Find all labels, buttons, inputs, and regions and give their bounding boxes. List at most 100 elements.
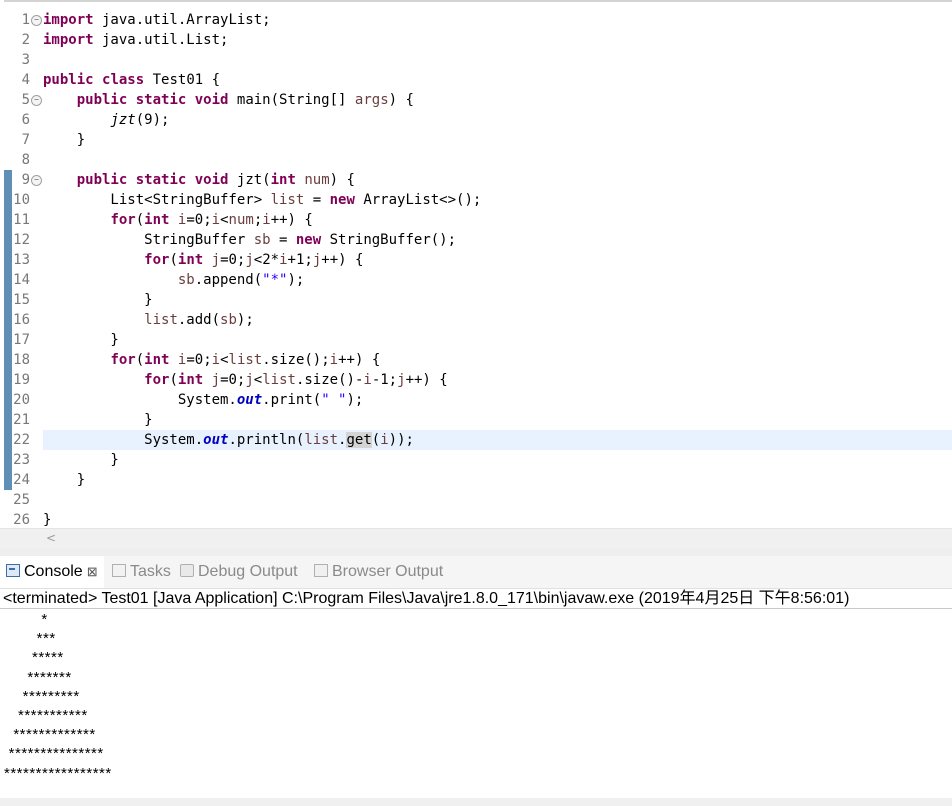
console-output-line: ************* <box>4 726 96 744</box>
code-token: list <box>270 192 305 208</box>
line-number: 23 <box>12 450 42 470</box>
code-line[interactable]: for(int j=0;j<list.size()-i-1;j++) { <box>43 370 952 390</box>
code-token: =0; <box>220 252 246 268</box>
code-line[interactable]: import java.util.List; <box>43 30 952 50</box>
code-token: ); <box>346 392 364 408</box>
console-output[interactable]: * *** ***** ******* ********* **********… <box>4 610 112 783</box>
line-number: 11 <box>12 210 42 230</box>
tab-debug-output[interactable]: Debug Output <box>180 556 298 588</box>
line-number: 16 <box>12 310 42 330</box>
code-line[interactable]: ​ <box>43 150 952 170</box>
code-line[interactable]: import java.util.ArrayList; <box>43 10 952 30</box>
tab-tasks-label: Tasks <box>130 563 171 580</box>
line-number-text: 11 <box>13 212 30 228</box>
close-icon[interactable]: ⊠ <box>87 564 98 579</box>
code-line[interactable]: ​ <box>43 490 952 510</box>
code-token: <2* <box>253 252 280 268</box>
line-number: 2 <box>12 30 42 50</box>
code-token: .println( <box>228 432 305 448</box>
line-number-gutter[interactable]: 1−2 3 4 5−6 7 8 9−10 11 12 13 14 15 16 17 18 19 20 21 22 23… <box>12 10 42 530</box>
line-number: 7 <box>12 130 42 150</box>
code-line[interactable]: public static void jzt(int num) { <box>43 170 952 190</box>
code-line[interactable]: jzt(9); <box>43 110 952 130</box>
code-token: } <box>43 292 153 308</box>
fold-collapse-icon[interactable]: − <box>31 15 42 26</box>
code-line[interactable]: for(int i=0;i<num;i++) { <box>43 210 952 230</box>
code-token: ++) { <box>270 212 313 228</box>
code-line[interactable]: StringBuffer sb = new StringBuffer(); <box>43 230 952 250</box>
tab-browser-output[interactable]: Browser Output <box>314 556 443 588</box>
view-sash[interactable] <box>0 548 952 556</box>
line-number: 21 <box>12 410 42 430</box>
code-token: } <box>43 452 119 468</box>
line-number-text: 7 <box>21 132 30 148</box>
code-line[interactable]: public class Test01 { <box>43 70 952 90</box>
code-token: } <box>43 512 52 528</box>
tab-tasks[interactable]: Tasks <box>112 556 171 588</box>
code-token: } <box>43 132 86 148</box>
code-token: num <box>304 172 330 188</box>
code-line[interactable]: } <box>43 130 952 150</box>
code-line[interactable]: for(int j=0;j<2*i+1;j++) { <box>43 250 952 270</box>
code-token: j <box>211 372 221 388</box>
editor-horizontal-scrollbar[interactable]: < <box>0 528 952 548</box>
code-token: i <box>211 352 221 368</box>
code-line[interactable]: list.add(sb); <box>43 310 952 330</box>
code-token: } <box>43 412 153 428</box>
code-line[interactable]: ​ <box>43 50 952 70</box>
console-bottom-border <box>0 798 952 806</box>
code-line[interactable]: } <box>43 450 952 470</box>
code-line[interactable]: } <box>43 410 952 430</box>
code-line[interactable]: sb.append("*"); <box>43 270 952 290</box>
code-line[interactable]: List<StringBuffer> list = new ArrayList<… <box>43 190 952 210</box>
code-area[interactable]: import java.util.ArrayList; import java.u… <box>43 10 952 530</box>
line-number: 25 <box>12 490 42 510</box>
code-token: < <box>253 372 263 388</box>
code-token: java.util.ArrayList; <box>93 12 271 28</box>
code-line[interactable]: } <box>43 510 952 530</box>
fold-collapse-icon[interactable]: − <box>31 175 42 186</box>
line-number-text: 20 <box>13 392 30 408</box>
console-icon <box>6 564 20 577</box>
code-token: import <box>43 12 94 28</box>
code-token: } <box>43 332 119 348</box>
code-line[interactable]: } <box>43 330 952 350</box>
code-line[interactable]: System.out.print(" "); <box>43 390 952 410</box>
code-token: "*" <box>262 272 288 288</box>
scroll-left-arrow-icon[interactable]: < <box>46 529 56 547</box>
code-token: ) { <box>388 92 414 108</box>
code-token: .size()- <box>295 372 364 388</box>
code-token: = <box>270 232 296 248</box>
code-token: list <box>262 372 296 388</box>
code-token: ++) { <box>321 252 364 268</box>
code-token: ( <box>135 212 145 228</box>
java-editor[interactable]: 1−2 3 4 5−6 7 8 9−10 11 12 13 14 15 16 17 18 19 20 21 22 23… <box>0 0 952 548</box>
code-token: list <box>228 352 263 368</box>
line-number-text: 12 <box>13 232 30 248</box>
code-token: j <box>245 372 254 388</box>
code-line[interactable]: } <box>43 290 952 310</box>
fold-collapse-icon[interactable]: − <box>31 95 42 106</box>
code-line[interactable]: System.out.println(list.get(i)); <box>43 430 952 450</box>
tab-console[interactable]: Console ⊠ <box>0 556 104 588</box>
code-token: < <box>220 212 229 228</box>
code-line[interactable]: for(int i=0;i<list.size();i++) { <box>43 350 952 370</box>
code-line[interactable]: } <box>43 470 952 490</box>
code-token: args <box>354 92 389 108</box>
code-token: int <box>270 172 296 188</box>
code-token: .add( <box>177 312 221 328</box>
console-output-line: * <box>4 611 48 628</box>
code-token: public <box>43 72 94 88</box>
line-number-text: 25 <box>13 492 30 508</box>
code-token: i <box>262 212 271 228</box>
line-number: 20 <box>12 390 42 410</box>
code-token: for <box>144 252 170 268</box>
code-line[interactable]: public static void main(String[] args) { <box>43 90 952 110</box>
code-token: sb <box>253 232 271 248</box>
